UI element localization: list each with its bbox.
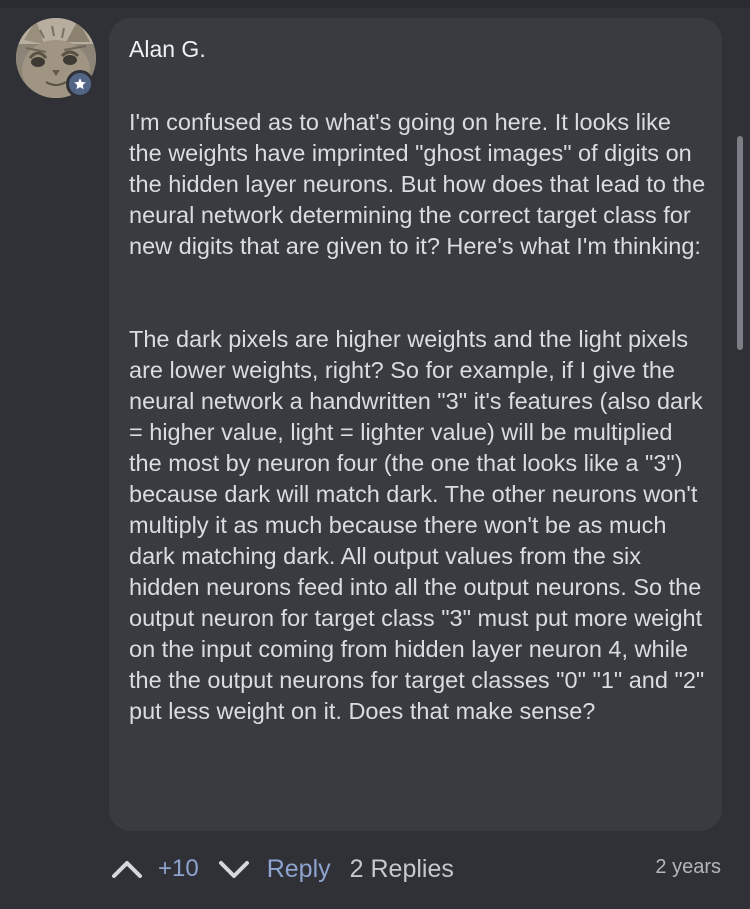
chevron-down-icon: [218, 861, 249, 878]
comment-paragraph: I'm confused as to what's going on here.…: [129, 109, 706, 259]
moderator-badge: [66, 70, 94, 98]
chevron-up-icon: [112, 861, 142, 878]
comment-body: I'm confused as to what's going on here.…: [129, 76, 709, 758]
top-edge: [0, 0, 750, 8]
vote-score: +10: [158, 855, 199, 882]
comment-actions: +10 Reply 2 Replies: [110, 848, 454, 890]
comment-author[interactable]: Alan G.: [129, 36, 702, 62]
upvote-button[interactable]: [110, 858, 144, 880]
comment-bubble: Alan G. I'm confused as to what's going …: [109, 18, 722, 831]
scrollbar-thumb[interactable]: [737, 136, 743, 350]
timestamp: 2 years: [655, 856, 721, 878]
reply-button[interactable]: Reply: [267, 855, 331, 884]
replies-link[interactable]: 2 Replies: [350, 855, 454, 884]
star-icon: [74, 78, 86, 90]
downvote-button[interactable]: [217, 858, 251, 880]
comment-paragraph: The dark pixels are higher weights and t…: [129, 326, 705, 724]
